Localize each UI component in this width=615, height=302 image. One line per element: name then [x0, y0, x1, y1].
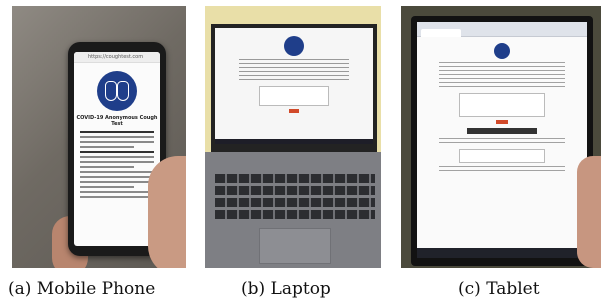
keyboard-row [215, 186, 375, 195]
phone-page-title: COVID-19 Anonymous Cough Test [76, 115, 158, 127]
text-line [439, 74, 565, 75]
form-box [259, 86, 329, 106]
text-line [80, 161, 154, 163]
form-box [459, 149, 545, 163]
text-line [80, 181, 154, 183]
text-line [439, 78, 565, 79]
text-line [439, 66, 565, 67]
text-line [80, 196, 154, 198]
taskbar [215, 139, 373, 144]
lungs-logo-icon [97, 71, 137, 111]
lungs-logo-icon [284, 36, 304, 56]
keyboard-row [215, 198, 375, 207]
text-line [239, 59, 349, 60]
browser-bar [417, 22, 587, 37]
text-line [80, 166, 134, 168]
text-line [80, 156, 154, 158]
text-line [439, 170, 565, 171]
audio-player-shape [467, 128, 537, 134]
text-line [80, 176, 154, 178]
text-line [439, 82, 565, 83]
text-line [439, 166, 565, 167]
text-line [239, 75, 349, 76]
text-line [80, 136, 154, 138]
keyboard-row [215, 174, 375, 183]
laptop-photo [205, 6, 381, 268]
tablet-device [411, 16, 593, 266]
form-box [459, 93, 545, 117]
tablet-screen [417, 22, 587, 258]
text-line [439, 138, 565, 139]
caption-mobile-phone: (a) Mobile Phone [8, 279, 156, 299]
text-line [80, 191, 154, 193]
lungs-logo-icon [494, 43, 510, 59]
text-line [80, 151, 154, 153]
hand-shape [577, 156, 601, 268]
text-line [80, 141, 154, 143]
laptop-display [211, 24, 377, 152]
text-line [439, 62, 565, 63]
keyboard-row [215, 210, 375, 219]
text-line [239, 67, 349, 68]
mobile-phone-photo: https://coughtest.com COVID-19 Anonymous… [12, 6, 186, 268]
text-line [439, 86, 565, 87]
text-line [239, 71, 349, 72]
text-line [239, 79, 349, 80]
text-line [80, 131, 154, 133]
text-line [80, 186, 134, 188]
text-line [80, 171, 154, 173]
hand-shape [148, 156, 186, 268]
touchpad [259, 228, 331, 264]
browser-tab [421, 29, 461, 37]
phone-url-bar: https://coughtest.com [74, 52, 160, 63]
text-line [239, 63, 349, 64]
taskbar [417, 248, 587, 258]
caption-tablet: (c) Tablet [458, 279, 540, 299]
tablet-photo [401, 6, 601, 268]
caption-laptop: (b) Laptop [241, 279, 331, 299]
text-line [439, 70, 565, 71]
text-line [80, 146, 134, 148]
laptop-screen [215, 28, 373, 144]
text-line [439, 142, 565, 143]
submit-button-shape [289, 109, 299, 113]
submit-button-shape [496, 120, 508, 124]
